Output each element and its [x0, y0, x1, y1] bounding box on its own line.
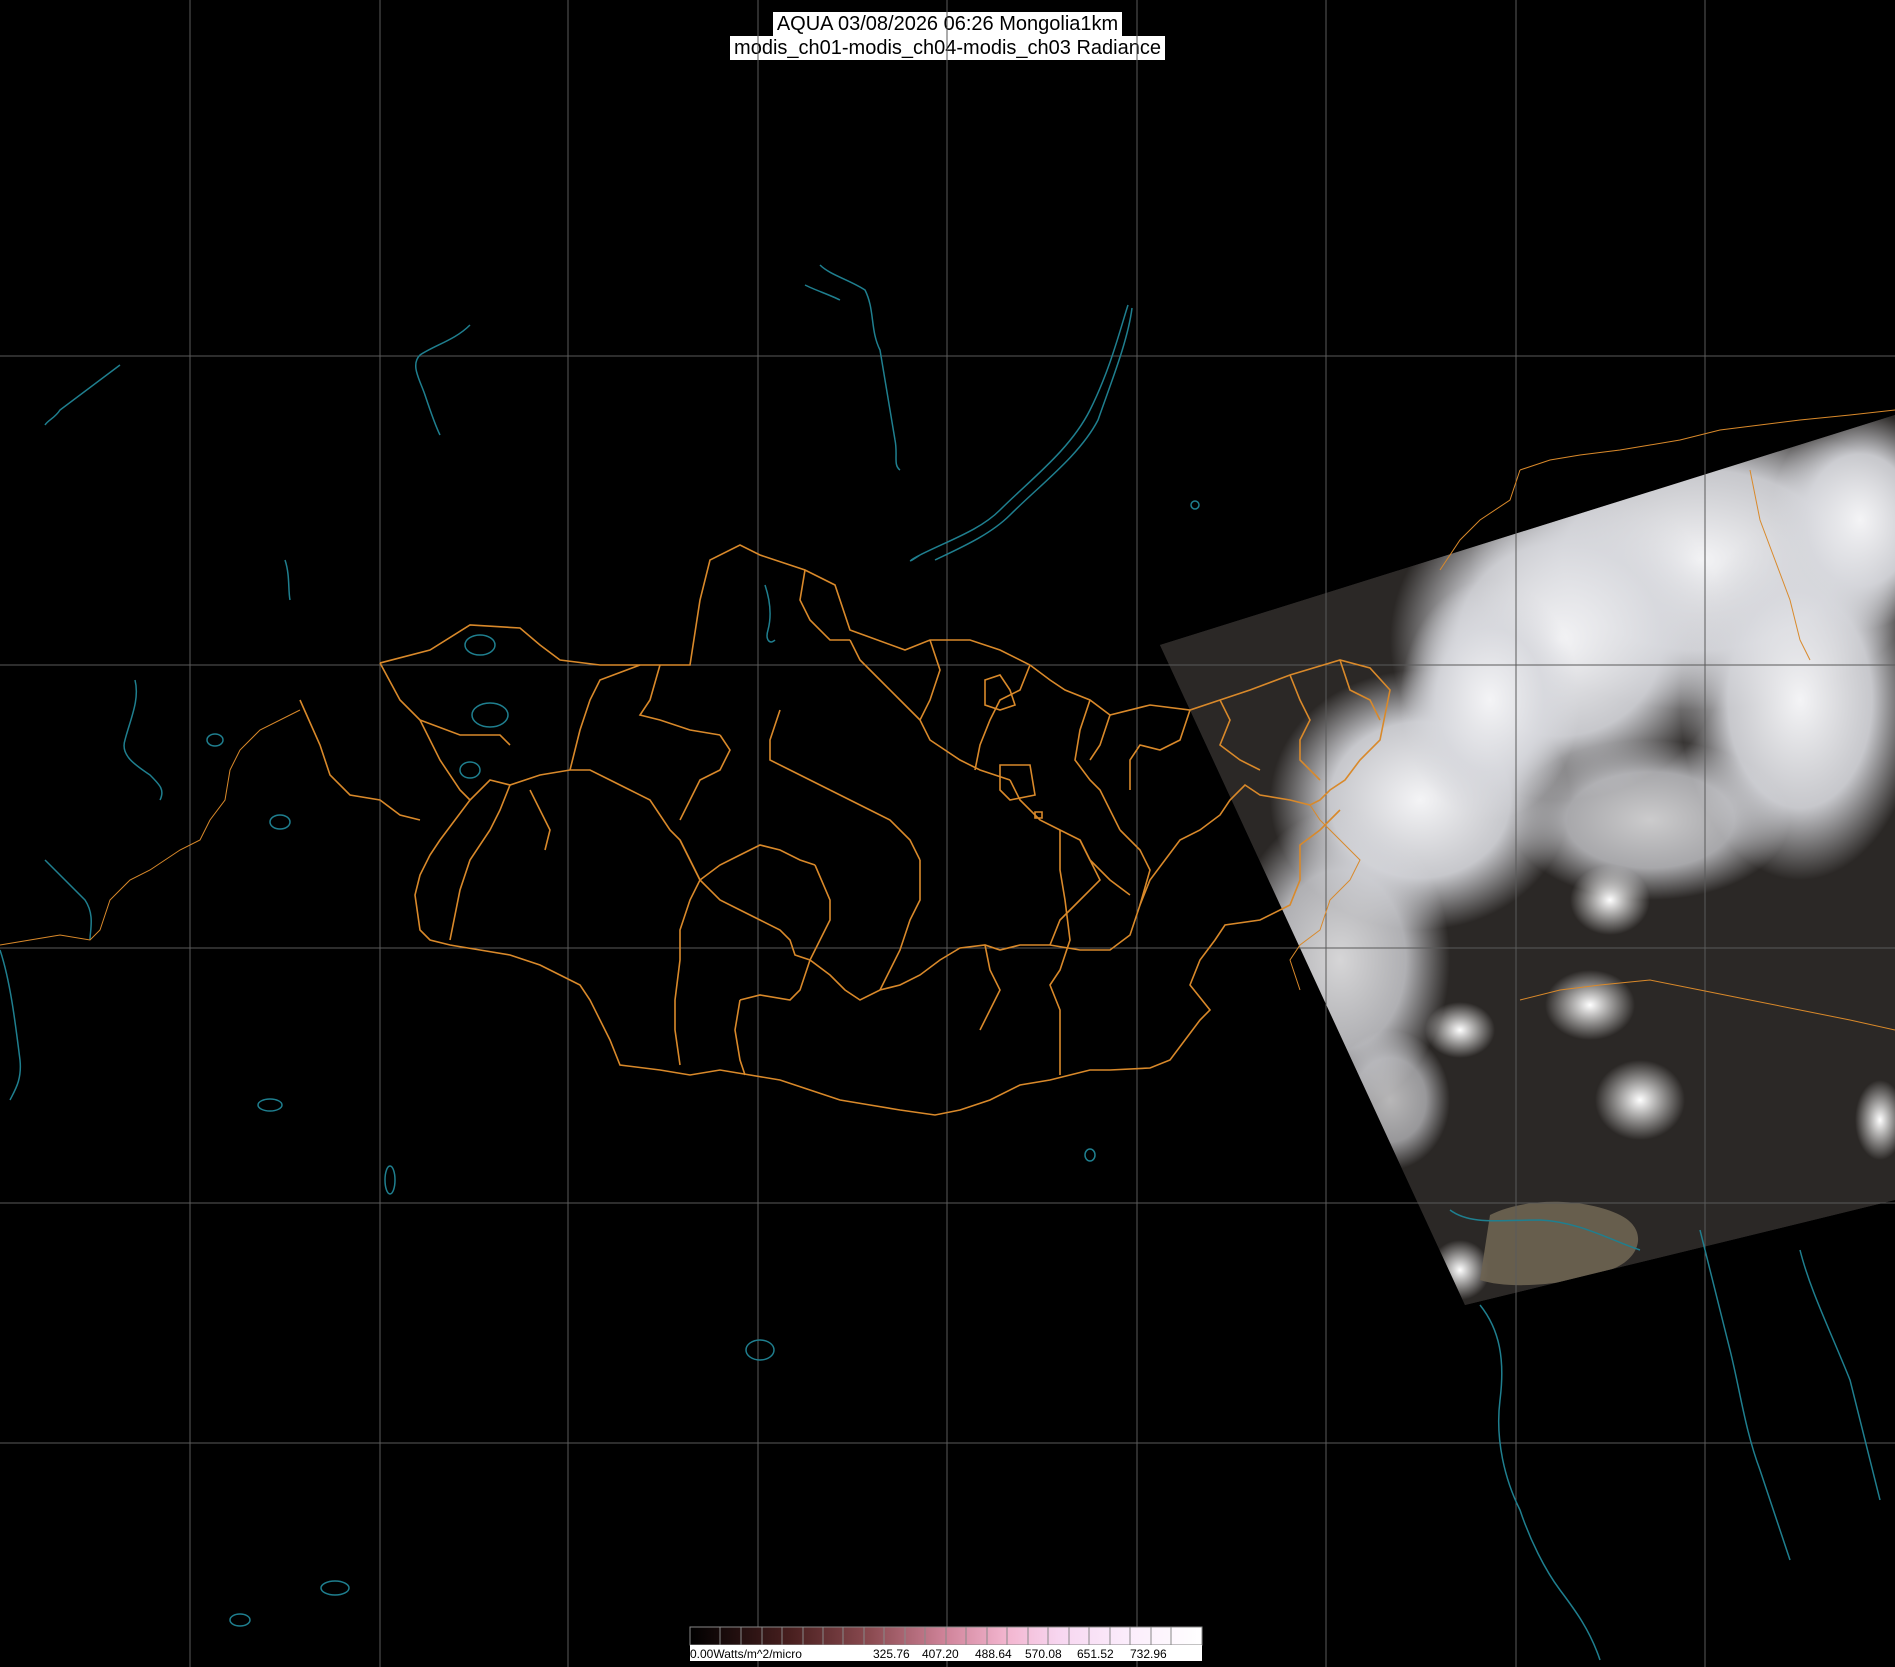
satellite-swath — [1160, 415, 1895, 1305]
satellite-map — [0, 0, 1895, 1667]
